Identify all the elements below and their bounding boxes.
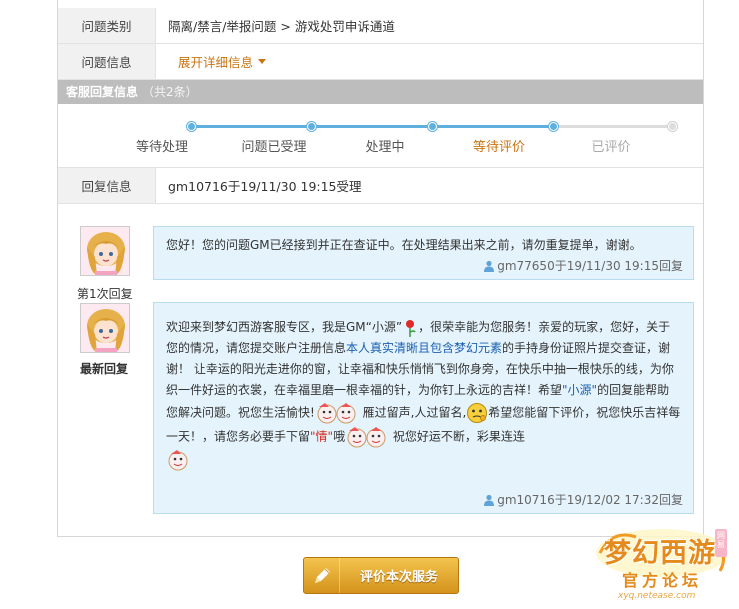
logo-url: xyq.netease.com xyxy=(618,591,696,601)
reply-caption: 第1次回复 xyxy=(77,287,133,301)
reply-text: 欢迎来到梦幻西游客服专区，我是GM“小源” ，很荣幸能为您服务！亲爱的玩家，您好，… xyxy=(154,303,693,471)
logo-subtitle: 官方论坛 xyxy=(622,571,703,590)
expand-details-link[interactable]: 展开详细信息 xyxy=(156,52,267,71)
girl-avatar-icon xyxy=(81,304,129,352)
evaluate-service-button[interactable]: 评价本次服务 xyxy=(303,557,459,594)
category-value: 隔离/禁言/举报问题 > 游戏处罚申诉通道 xyxy=(168,19,395,34)
pencil-icon xyxy=(314,567,330,583)
person-icon xyxy=(484,260,495,272)
reply-text-part: 哦 xyxy=(333,429,346,444)
reply-text-highlight: "小源" xyxy=(562,383,598,397)
gm-avatar xyxy=(80,303,130,353)
step-label: 已评价 xyxy=(591,140,631,155)
reply-text-part: 祝您好运不断，彩果连连 xyxy=(389,429,525,444)
reply-info-label: 回复信息 xyxy=(58,168,156,203)
reply-count: （共2条） xyxy=(142,85,198,99)
step-node xyxy=(187,122,196,131)
girl-avatar-icon xyxy=(81,227,129,275)
happy-faces-icon xyxy=(317,403,356,424)
step-label: 问题已受理 xyxy=(241,140,307,155)
reply-text: 您好！您的问题GM已经接到并正在查证中。在处理结果出来之前，请勿重复提单，谢谢。 xyxy=(166,238,642,252)
reply-caption: 最新回复 xyxy=(80,362,129,376)
reply-info-row: 回复信息 gm10716于19/11/30 19:15受理 xyxy=(58,168,703,204)
detail-label: 问题信息 xyxy=(58,44,156,79)
reply-text-part: 欢迎来到梦幻西游客服专区，我是GM“小源” xyxy=(166,320,403,334)
step-node xyxy=(428,122,437,131)
reply-text-emphasis: "情" xyxy=(310,429,334,444)
step-node xyxy=(307,122,316,131)
logo-badge: 网易 xyxy=(717,531,725,549)
progress-tracker: 等待处理 问题已受理 处理中 等待评价 已评价 xyxy=(58,104,703,168)
reply-section-header: 客服回复信息 （共2条） xyxy=(58,80,703,104)
reply-text-highlight: 本人真实清晰且包含梦幻元素 xyxy=(346,341,503,355)
section-title: 客服回复信息 xyxy=(66,85,139,99)
category-label: 问题类别 xyxy=(58,8,156,43)
rose-icon xyxy=(406,319,416,337)
reply-info-value: gm10716于19/11/30 19:15受理 xyxy=(168,179,362,194)
step-node xyxy=(668,122,677,131)
expand-details-text: 展开详细信息 xyxy=(178,55,254,70)
category-row: 问题类别 隔离/禁言/举报问题 > 游戏处罚申诉通道 xyxy=(58,8,703,44)
progress-track-done xyxy=(190,125,558,128)
smiling-face-icon xyxy=(168,450,188,471)
step-label: 处理中 xyxy=(365,140,405,155)
logo-title: 梦幻西游 xyxy=(604,538,716,569)
progress-track-pending xyxy=(558,125,678,128)
reply-meta-text: gm10716于19/12/02 17:32回复 xyxy=(497,493,683,507)
step-label-current: 等待评价 xyxy=(472,140,526,155)
reply-bubble: 您好！您的问题GM已经接到并正在查证中。在处理结果出来之前，请勿重复提单，谢谢。… xyxy=(153,226,694,280)
step-node xyxy=(549,122,558,131)
forum-logo: 梦幻西游 网易 官方论坛 xyq.netease.com xyxy=(592,523,739,609)
reply-meta-text: gm77650于19/11/30 19:15回复 xyxy=(497,259,683,273)
reply-meta: gm77650于19/11/30 19:15回复 xyxy=(483,257,683,274)
person-icon xyxy=(484,494,495,506)
evaluate-service-label: 评价本次服务 xyxy=(359,570,438,585)
happy-faces-icon xyxy=(347,427,386,448)
thinking-face-icon xyxy=(467,403,488,423)
reply-bubble-latest: 欢迎来到梦幻西游客服专区，我是GM“小源” ，很荣幸能为您服务！亲爱的玩家，您好，… xyxy=(153,302,694,514)
step-label: 等待处理 xyxy=(135,140,189,155)
gm-avatar xyxy=(80,226,130,276)
reply-text-part: 雁过留声,人过留名, xyxy=(358,405,467,420)
pencil-icon-box xyxy=(304,558,340,593)
caret-down-icon xyxy=(258,59,267,64)
reply-meta: gm10716于19/12/02 17:32回复 xyxy=(483,491,683,508)
detail-row: 问题信息 展开详细信息 xyxy=(58,44,703,80)
